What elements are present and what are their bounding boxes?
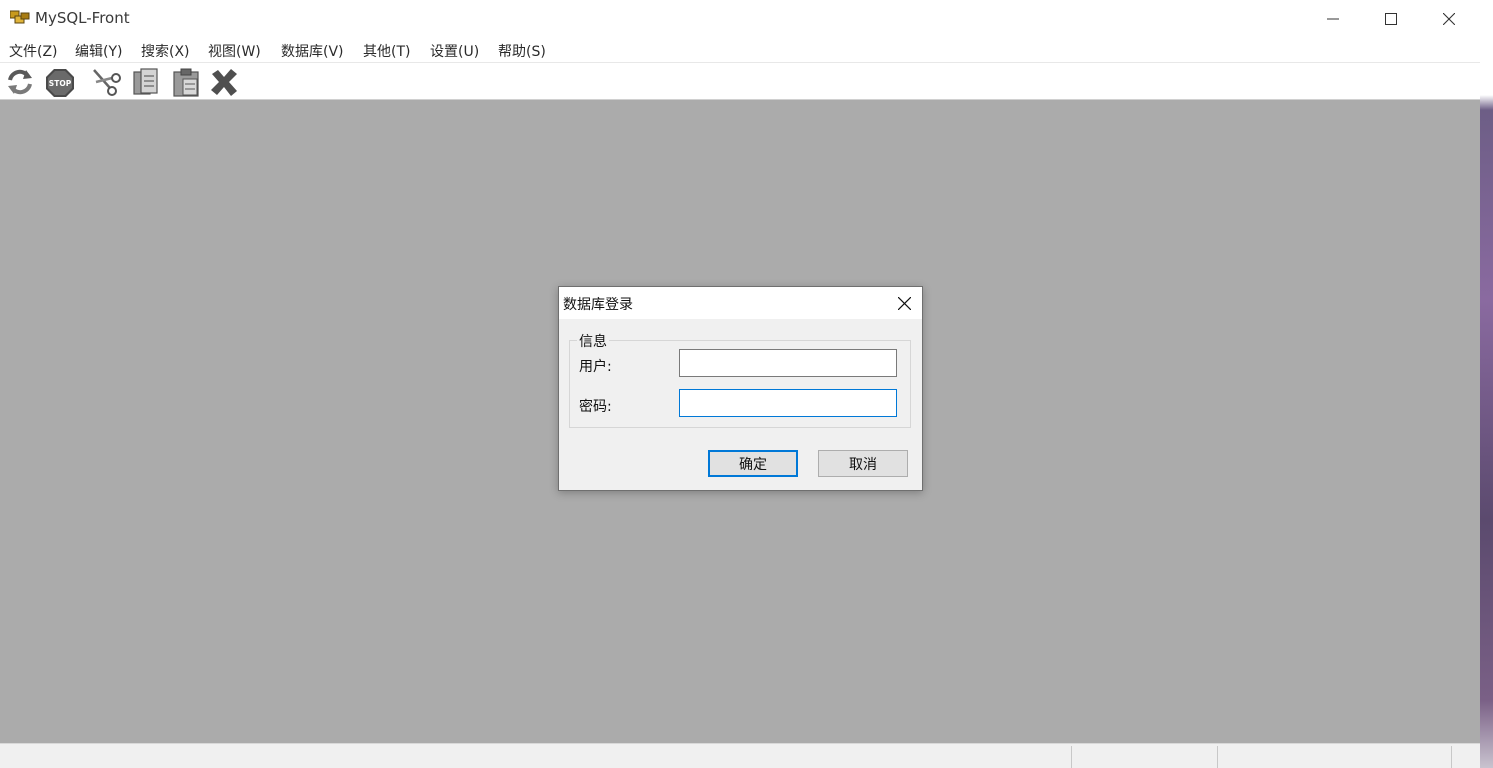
menu-view[interactable]: 视图(W) [208,41,261,61]
delete-button[interactable] [208,66,240,98]
main-window: MySQL-Front 文件(Z) 编辑(Y) 搜索(X) 视图(W) 数据库(… [0,0,1480,768]
refresh-button[interactable] [4,66,36,98]
menu-help[interactable]: 帮助(S) [498,41,546,61]
close-icon [1443,12,1455,25]
password-input[interactable] [679,389,897,417]
close-button[interactable] [1420,0,1478,37]
cut-button[interactable] [90,66,122,98]
window-title: MySQL-Front [35,9,130,27]
minimize-icon [1327,18,1339,19]
database-login-dialog: 数据库登录 信息 用户: 密码: 确定 取消 [558,286,923,491]
dialog-title-bar: 数据库登录 [559,287,922,319]
minimize-button[interactable] [1304,0,1362,37]
user-label: 用户: [579,359,612,375]
paste-icon [173,68,199,97]
delete-icon [211,69,237,96]
maximize-icon [1385,12,1397,25]
stop-icon-text: STOP [49,79,72,88]
paste-button[interactable] [170,66,202,98]
status-separator [1451,746,1452,768]
maximize-button[interactable] [1362,0,1420,37]
menu-other[interactable]: 其他(T) [363,41,410,61]
copy-button[interactable] [130,66,162,98]
app-logo-icon [10,10,30,24]
user-input[interactable] [679,349,897,377]
refresh-icon [8,69,32,95]
status-bar [0,743,1480,768]
stop-icon: STOP [46,69,74,97]
cut-icon [93,69,121,96]
menu-search[interactable]: 搜索(X) [141,41,190,61]
password-label: 密码: [579,399,612,415]
status-separator [1071,746,1072,768]
menu-file[interactable]: 文件(Z) [9,41,58,61]
title-bar: MySQL-Front [0,0,1480,37]
menu-settings[interactable]: 设置(U) [430,41,479,61]
menu-bar: 文件(Z) 编辑(Y) 搜索(X) 视图(W) 数据库(V) 其他(T) 设置(… [0,37,1480,63]
dialog-close-button[interactable] [892,292,916,314]
desktop-background [1480,0,1493,768]
dialog-title: 数据库登录 [563,297,633,313]
menu-edit[interactable]: 编辑(Y) [75,41,122,61]
toolbar: STOP [0,63,1480,100]
info-group-label: 信息 [577,331,609,351]
stop-button[interactable]: STOP [44,66,76,98]
status-separator [1217,746,1218,768]
ok-button[interactable]: 确定 [708,450,798,477]
copy-icon [133,68,158,95]
close-icon [897,296,911,310]
menu-database[interactable]: 数据库(V) [281,41,344,61]
cancel-button[interactable]: 取消 [818,450,908,477]
